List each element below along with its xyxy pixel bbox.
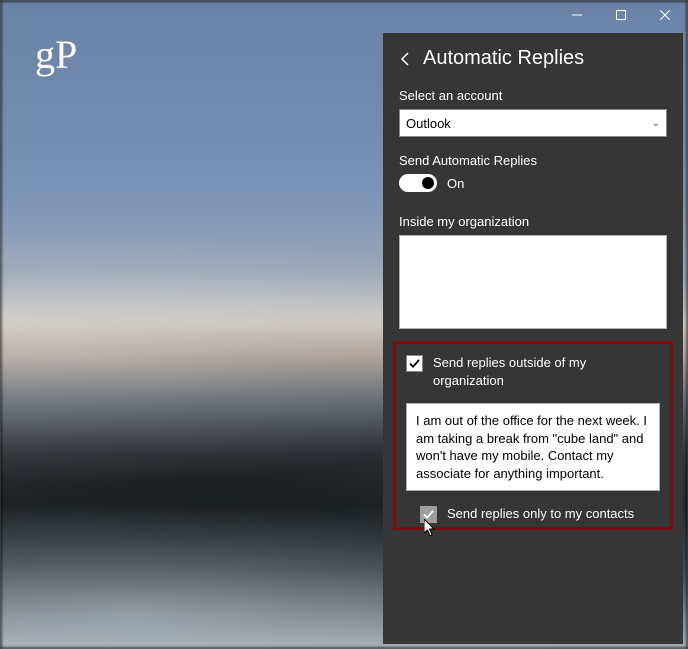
auto-reply-toggle[interactable] (399, 174, 437, 192)
toggle-knob (422, 177, 434, 189)
app-window: gP Automatic Replies Select an account O… (0, 0, 688, 649)
maximize-button[interactable] (599, 1, 643, 29)
outside-org-highlight: Send replies outside of my organization … (393, 341, 673, 530)
window-titlebar (555, 1, 687, 33)
minimize-icon (572, 10, 582, 20)
checkmark-icon (423, 509, 434, 520)
back-icon (400, 52, 412, 66)
checkmark-icon (409, 358, 420, 369)
outside-org-checkbox-row: Send replies outside of my organization (406, 354, 660, 389)
panel-header: Automatic Replies (399, 47, 667, 70)
minimize-button[interactable] (555, 1, 599, 29)
watermark-logo: gP (35, 31, 77, 78)
outside-org-message[interactable]: I am out of the office for the next week… (406, 403, 660, 491)
panel-title: Automatic Replies (423, 47, 584, 70)
inside-org-label: Inside my organization (399, 214, 667, 229)
back-button[interactable] (399, 52, 413, 66)
maximize-icon (616, 10, 626, 20)
account-label: Select an account (399, 88, 667, 103)
close-icon (660, 10, 670, 20)
contacts-only-label: Send replies only to my contacts (447, 505, 634, 523)
outside-org-checkbox[interactable] (406, 355, 423, 372)
outside-org-checkbox-label: Send replies outside of my organization (433, 354, 660, 389)
close-button[interactable] (643, 1, 687, 29)
account-select[interactable]: Outlook ⌄ (399, 109, 667, 137)
toggle-state: On (447, 176, 464, 191)
account-value: Outlook (406, 116, 451, 131)
inside-org-textarea[interactable] (399, 235, 667, 329)
toggle-row: On (399, 174, 667, 192)
contacts-only-row: Send replies only to my contacts (406, 505, 660, 523)
toggle-label: Send Automatic Replies (399, 153, 667, 168)
chevron-down-icon: ⌄ (652, 118, 660, 129)
contacts-only-checkbox[interactable] (420, 506, 437, 523)
settings-panel: Automatic Replies Select an account Outl… (383, 33, 683, 644)
